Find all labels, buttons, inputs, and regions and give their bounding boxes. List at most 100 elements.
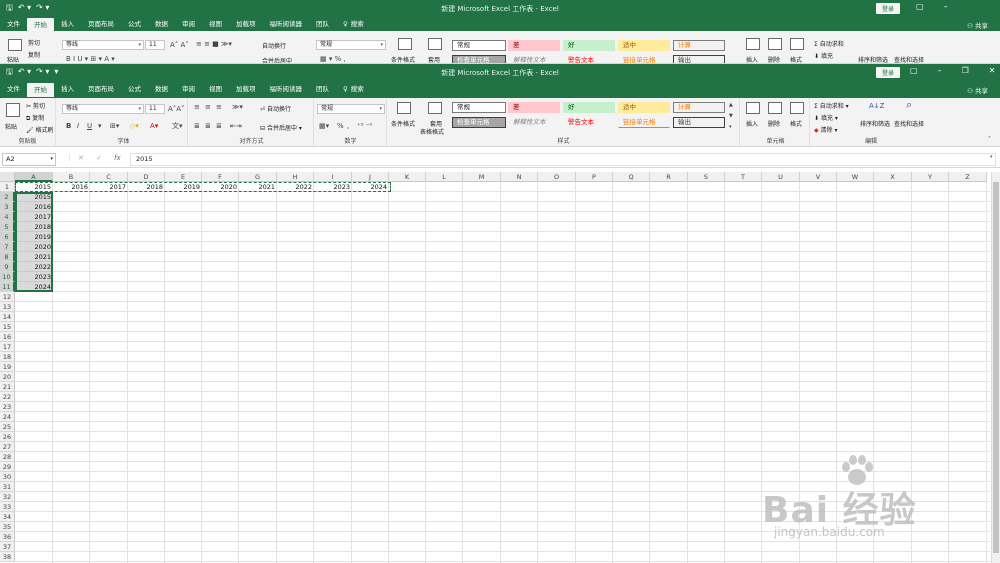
back-copy-label[interactable]: 复制 — [28, 50, 40, 59]
sort-filter-button[interactable]: 排序和筛选 — [860, 119, 890, 128]
indent-icon[interactable]: ⇤⇥ — [230, 122, 242, 130]
signin-button[interactable]: 登录 — [876, 67, 901, 78]
back-tab-view[interactable]: 视图 — [202, 17, 229, 32]
underline-button[interactable]: U — [87, 122, 92, 130]
column-header[interactable]: R — [650, 172, 688, 182]
back-tab-review[interactable]: 审阅 — [175, 17, 202, 32]
back-tab-foxit[interactable]: 福昕阅读器 — [263, 17, 310, 32]
cell-style-item[interactable]: 警告文本 — [563, 117, 615, 128]
phonetic-icon[interactable]: 文▾ — [172, 122, 183, 130]
tab-formulas[interactable]: 公式 — [121, 82, 148, 97]
wrap-text-button[interactable]: ⏎ 自动换行 — [260, 104, 291, 113]
close-icon[interactable]: ✕ — [989, 66, 996, 75]
tab-insert[interactable]: 插入 — [54, 82, 81, 97]
back-style-calculation[interactable]: 计算 — [673, 40, 725, 51]
cell-row1[interactable]: 2020 — [202, 182, 239, 192]
delete-cells-icon[interactable] — [768, 102, 782, 114]
back-align-icons[interactable]: ≡ ≡ ■ ≫▾ — [196, 40, 232, 48]
back-style-output[interactable]: 输出 — [673, 55, 725, 63]
back-delete-icon[interactable] — [768, 38, 782, 50]
row-header[interactable]: 4 — [0, 212, 15, 222]
back-bold-italic-icons[interactable]: B I U ▾ ⊞ ▾ A ▾ — [66, 55, 115, 63]
gallery-down-icon[interactable]: ▼ — [729, 112, 733, 120]
row-header[interactable]: 18 — [0, 352, 15, 362]
column-header[interactable]: G — [239, 172, 277, 182]
format-cells-button[interactable]: 格式 — [790, 119, 802, 128]
select-all-corner[interactable] — [0, 172, 15, 182]
cell-style-item[interactable]: 适中 — [618, 102, 670, 113]
column-header[interactable]: L — [426, 172, 463, 182]
font-grow-icon[interactable]: A˄ A˅ — [170, 41, 189, 49]
border-icon[interactable]: ⊞▾ — [110, 122, 119, 130]
column-header[interactable]: X — [874, 172, 912, 182]
column-header[interactable]: S — [688, 172, 725, 182]
cell-row1[interactable]: 2015 — [15, 182, 53, 192]
scrollbar-thumb[interactable] — [993, 182, 999, 553]
tab-view[interactable]: 视图 — [202, 82, 229, 97]
column-header[interactable]: Y — [912, 172, 949, 182]
back-style-neutral[interactable]: 适中 — [618, 40, 670, 51]
back-paste-label[interactable]: 粘贴 — [7, 55, 19, 63]
row-header[interactable]: 3 — [0, 202, 15, 212]
cell-row1[interactable]: 2017 — [90, 182, 128, 192]
row-header[interactable]: 30 — [0, 472, 15, 482]
row-header[interactable]: 34 — [0, 512, 15, 522]
row-header[interactable]: 37 — [0, 542, 15, 552]
row-header[interactable]: 12 — [0, 292, 15, 302]
align-top-icon[interactable]: ≡ — [194, 103, 200, 111]
column-header[interactable]: M — [463, 172, 501, 182]
column-header[interactable]: O — [538, 172, 576, 182]
column-header[interactable]: P — [576, 172, 613, 182]
column-header[interactable]: B — [53, 172, 90, 182]
row-header[interactable]: 38 — [0, 552, 15, 562]
row-header[interactable]: 35 — [0, 522, 15, 532]
row-header[interactable]: 22 — [0, 392, 15, 402]
row-header[interactable]: 1 — [0, 182, 15, 192]
insert-cells-icon[interactable] — [746, 102, 760, 114]
cell-style-item[interactable]: 检查单元格 — [452, 117, 506, 128]
row-header[interactable]: 16 — [0, 332, 15, 342]
cell-col-a[interactable]: 2021 — [15, 252, 53, 262]
font-name-field[interactable]: 等线 ▾ — [62, 104, 144, 114]
row-header[interactable]: 13 — [0, 302, 15, 312]
column-header[interactable]: N — [501, 172, 538, 182]
align-center-icon[interactable]: ≣ — [205, 122, 211, 130]
column-header[interactable]: H — [277, 172, 314, 182]
row-header[interactable]: 21 — [0, 382, 15, 392]
column-header[interactable]: W — [837, 172, 874, 182]
row-header[interactable]: 28 — [0, 452, 15, 462]
cell-row1[interactable]: 2021 — [239, 182, 277, 192]
cancel-icon[interactable]: ✕ — [78, 154, 84, 162]
column-header[interactable]: U — [762, 172, 800, 182]
back-sort-filter[interactable]: 排序和筛选 — [858, 55, 888, 63]
expand-formula-icon[interactable]: ▾ — [990, 154, 993, 160]
cell-style-item[interactable]: 链接单元格 — [618, 117, 670, 128]
format-painter-button[interactable]: 🖌 格式刷 — [26, 125, 54, 134]
back-tab-formulas[interactable]: 公式 — [121, 17, 148, 32]
column-header[interactable]: C — [90, 172, 128, 182]
back-insert-icon[interactable] — [746, 38, 760, 50]
back-tab-page-layout[interactable]: 页面布局 — [81, 17, 121, 32]
delete-cells-button[interactable]: 删除 — [768, 119, 780, 128]
row-header[interactable]: 15 — [0, 322, 15, 332]
row-header[interactable]: 20 — [0, 372, 15, 382]
back-conditional-format-icon[interactable] — [398, 38, 412, 50]
row-header[interactable]: 5 — [0, 222, 15, 232]
collapse-ribbon-icon[interactable]: ˄ — [988, 136, 991, 144]
vertical-scrollbar[interactable] — [991, 172, 1000, 563]
cell-style-item[interactable]: 输出 — [673, 117, 725, 128]
back-autosum[interactable]: Σ 自动求和 — [814, 39, 844, 48]
back-number-icons[interactable]: ▦ ▾ % , — [320, 55, 346, 63]
row-header[interactable]: 6 — [0, 232, 15, 242]
share-button[interactable]: ⚇ 共享 — [967, 85, 988, 95]
cell-col-a[interactable]: 2016 — [15, 202, 53, 212]
back-tab-home[interactable]: 开始 — [27, 18, 54, 32]
row-header[interactable]: 26 — [0, 432, 15, 442]
back-tab-addins[interactable]: 加载项 — [229, 17, 263, 32]
cell-row1[interactable]: 2024 — [352, 182, 389, 192]
back-table-format-icon[interactable] — [428, 38, 442, 50]
back-find-select[interactable]: 查找和选择 — [894, 55, 924, 63]
column-header[interactable]: A — [15, 172, 53, 182]
row-header[interactable]: 33 — [0, 502, 15, 512]
cell-style-item[interactable]: 好 — [563, 102, 615, 113]
